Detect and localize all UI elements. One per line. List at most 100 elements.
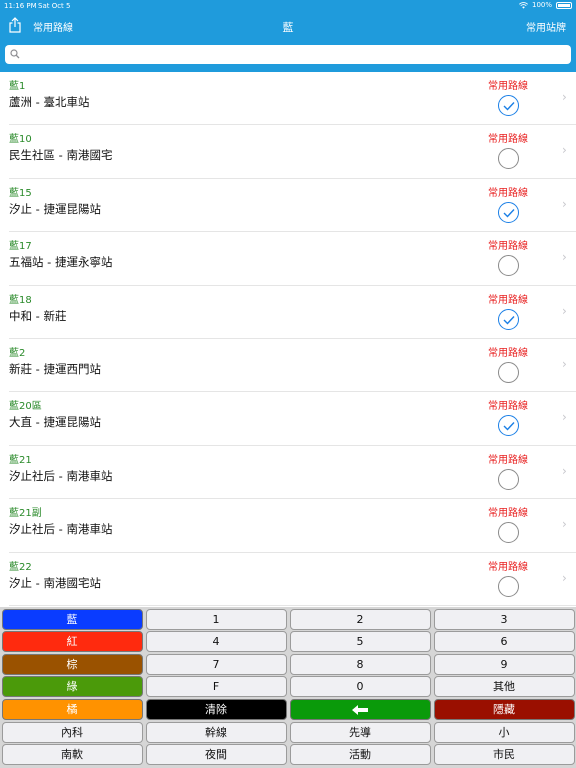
keypad-key[interactable]: 小 [433,721,575,743]
chevron-right-icon: › [562,410,567,425]
route-row[interactable]: 藍21 汐止社后 - 南港車站 常用路線 › [0,446,576,500]
status-time: 11:16 PM [4,2,37,10]
header: 11:16 PM Sat Oct 5 100% 常用路線 藍 常用站牌 [0,0,576,72]
chevron-right-icon: › [562,517,567,532]
keypad-key[interactable]: 5 [289,631,431,653]
unchecked-circle-icon[interactable] [498,575,519,597]
chevron-right-icon: › [562,357,567,371]
favorite-route-label: 常用路線 [488,348,528,359]
route-code: 藍20區 [9,401,42,413]
route-row[interactable]: 藍2 新莊 - 捷運西門站 常用路線 › [0,339,576,393]
route-code: 藍22 [9,561,32,573]
favorite-route-label: 常用路線 [488,81,528,92]
keypad-key[interactable]: 橘 [1,698,143,720]
keypad-key[interactable]: 2 [289,608,431,630]
route-row[interactable]: 藍17 五福站 - 捷運永寧站 常用路線 › [0,232,576,286]
route-row[interactable]: 藍15 汐止 - 捷運昆陽站 常用路線 › [0,179,576,233]
route-code: 藍15 [9,187,32,199]
route-row[interactable]: 藍1 蘆洲 - 臺北車站 常用路線 › [0,72,576,126]
favorite-route-label: 常用路線 [488,561,528,573]
route-keypad: 藍 1 2 3 紅 4 5 6 棕 7 8 9 綠 F 0 其他橘清除 隱藏內科 幹線 先導小南軟 夜間 活動 市民 [0,607,576,768]
chevron-right-icon: › [562,250,567,265]
keypad-key[interactable]: 6 [433,631,575,653]
keypad-key[interactable]: 內科 [1,721,143,743]
checked-circle-icon[interactable] [498,95,519,116]
route-code: 藍2 [9,348,26,359]
favorite-stops-button[interactable]: 常用站牌 [526,19,566,34]
chevron-right-icon: › [562,303,567,318]
route-list: 藍1 蘆洲 - 臺北車站 常用路線 › 藍10 民生社區 - 南港國宅 常用路線 › 藍15 汐止… [0,72,576,606]
keypad-key[interactable]: 4 [145,631,287,653]
keypad-key[interactable]: 7 [145,653,287,675]
route-endpoints: 汐止社后 - 南港車站 [9,468,113,483]
keypad-key[interactable]: 其他 [433,676,575,698]
favorite-route-label: 常用路線 [488,241,528,253]
chevron-right-icon: › [562,463,567,478]
route-endpoints: 五福站 - 捷運永寧站 [9,255,113,270]
checked-circle-icon[interactable] [498,415,519,437]
checked-circle-icon[interactable] [498,308,519,330]
keypad-key[interactable]: 南軟 [1,744,143,766]
chevron-right-icon: › [562,143,567,158]
favorite-route-label: 常用路線 [488,187,528,199]
route-endpoints: 民生社區 - 南港國宅 [9,148,113,163]
unchecked-circle-icon[interactable] [498,255,519,277]
unchecked-circle-icon[interactable] [498,148,519,170]
route-code: 藍21副 [9,508,42,520]
route-row[interactable]: 藍10 民生社區 - 南港國宅 常用路線 › [0,125,576,179]
route-row[interactable]: 藍18 中和 - 新莊 常用路線 › [0,286,576,339]
status-bar: 11:16 PM Sat Oct 5 100% [0,0,576,12]
keypad-key[interactable]: 棕 [1,653,143,675]
keypad-key[interactable]: 市民 [433,744,575,766]
favorite-route-label: 常用路線 [488,294,528,306]
route-row[interactable]: 藍21副 汐止社后 - 南港車站 常用路線 › [0,499,576,553]
route-row[interactable]: 藍22 汐止 - 南港國宅站 常用路線 › [0,553,576,606]
route-code: 藍1 [9,81,26,92]
unchecked-circle-icon[interactable] [498,522,519,544]
route-code: 藍21 [9,454,32,466]
favorite-route-label: 常用路線 [488,454,528,466]
keypad-key[interactable]: 綠 [1,676,143,698]
keypad-key[interactable]: 夜間 [145,744,287,766]
row-separator [9,604,576,606]
favorite-route-label: 常用路線 [488,134,528,146]
chevron-right-icon: › [562,570,567,585]
nav-bar: 常用路線 藍 常用站牌 [0,12,576,40]
route-endpoints: 中和 - 新莊 [9,308,67,323]
route-endpoints: 汐止 - 南港國宅站 [9,575,101,590]
route-endpoints: 汐止 - 捷運昆陽站 [9,201,101,216]
keypad-key[interactable]: 3 [433,608,575,630]
route-code: 藍18 [9,294,32,306]
route-endpoints: 大直 - 捷運昆陽站 [9,415,101,430]
keypad-key[interactable]: 活動 [289,744,431,766]
keypad-key[interactable]: 藍 [1,608,143,630]
route-endpoints: 新莊 - 捷運西門站 [9,362,101,376]
route-code: 藍10 [9,134,32,146]
chevron-right-icon: › [562,196,567,211]
search-icon [10,49,20,59]
keypad-key[interactable]: 0 [289,676,431,698]
checked-circle-icon[interactable] [498,201,519,223]
backspace-arrow-icon [352,704,368,715]
keypad-key[interactable]: 1 [145,608,287,630]
unchecked-circle-icon[interactable] [498,468,519,490]
unchecked-circle-icon[interactable] [498,362,519,383]
backspace-key[interactable] [289,698,431,720]
route-row[interactable]: 藍20區 大直 - 捷運昆陽站 常用路線 › [0,392,576,446]
search-input[interactable] [23,45,563,64]
keypad-key[interactable]: 9 [433,653,575,675]
keypad-key[interactable]: 先導 [289,721,431,743]
keypad-key[interactable]: 8 [289,653,431,675]
keypad-key[interactable]: 幹線 [145,721,287,743]
battery-icon [556,1,572,9]
status-date: Sat Oct 5 [38,2,71,10]
search-bar[interactable] [5,45,571,64]
route-endpoints: 蘆洲 - 臺北車站 [9,95,90,109]
keypad-key[interactable]: 紅 [1,631,143,653]
keypad-key[interactable]: 清除 [145,698,287,720]
favorite-route-label: 常用路線 [488,508,528,520]
keypad-key[interactable]: F [145,676,287,698]
battery-percent: 100% [531,1,552,9]
chevron-right-icon: › [562,90,567,104]
keypad-key[interactable]: 隱藏 [433,698,575,720]
